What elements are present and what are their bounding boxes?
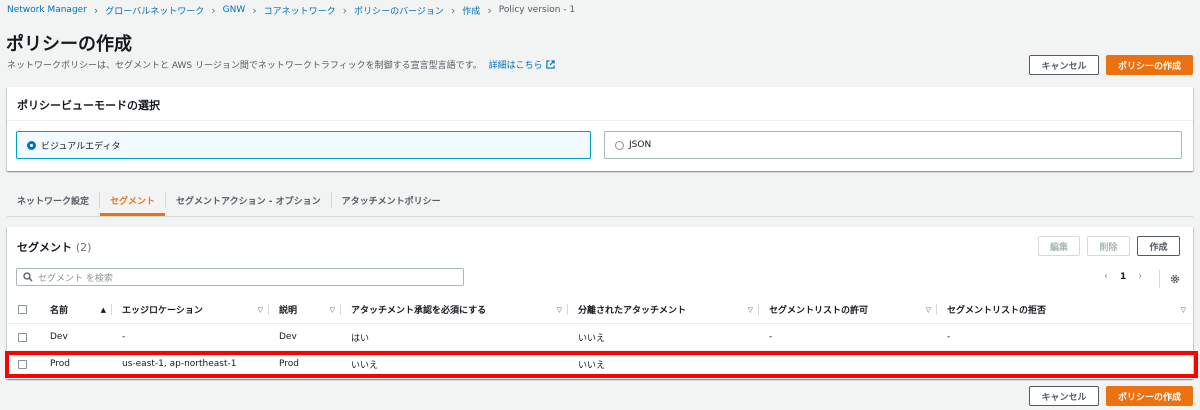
create-policy-button-bottom[interactable]: ポリシーの作成	[1106, 386, 1193, 406]
chevron-right-icon: ›	[450, 3, 456, 17]
row-select-cell	[8, 324, 40, 350]
page-number[interactable]: 1	[1120, 272, 1126, 282]
segments-title: セグメント	[17, 241, 72, 254]
radio-selected-icon[interactable]	[27, 140, 36, 150]
chevron-right-icon: ›	[342, 3, 348, 17]
tab-attachment-policies[interactable]: アタッチメントポリシー	[332, 184, 451, 216]
sort-icon: ▽	[257, 305, 263, 314]
chevron-right-icon: ›	[93, 3, 99, 17]
highlight-box	[5, 351, 1198, 378]
cell-deny-list: -	[947, 332, 951, 342]
tab-segment-actions[interactable]: セグメントアクション - オプション	[166, 184, 331, 216]
breadcrumb-core-network[interactable]: コアネットワーク	[264, 4, 336, 17]
column-allow-list[interactable]: セグメントリストの許可 ▽	[759, 296, 937, 323]
cancel-button-top[interactable]: キャンセル	[1029, 55, 1099, 75]
cell-allow-list: -	[769, 332, 773, 342]
sort-icon: ▽	[1180, 305, 1186, 314]
sort-icon: ▽	[556, 305, 562, 314]
column-deny-list[interactable]: セグメントリストの拒否 ▽	[937, 296, 1192, 323]
json-option[interactable]: JSON	[604, 131, 1182, 159]
panel-divider	[7, 120, 1193, 121]
breadcrumb-policy-versions[interactable]: ポリシーのバージョン	[354, 4, 444, 17]
breadcrumb-gnw[interactable]: GNW	[223, 5, 246, 15]
segments-heading: セグメント (2)	[17, 239, 91, 255]
row-checkbox[interactable]	[18, 332, 27, 342]
sort-ascending-icon: ▲	[100, 305, 106, 314]
search-input[interactable]: セグメント を検索	[16, 268, 464, 286]
cell-name: Dev	[50, 332, 68, 342]
pagination: ‹ 1 ›	[1104, 271, 1142, 282]
view-mode-panel: ポリシービューモードの選択 ビジュアルエディタ JSON	[7, 87, 1193, 171]
view-mode-title: ポリシービューモードの選択	[17, 99, 160, 112]
search-icon	[23, 272, 33, 282]
select-all-cell	[8, 296, 40, 323]
learn-more-link[interactable]: 詳細はこちら	[489, 60, 555, 71]
gear-icon[interactable]	[1169, 273, 1181, 285]
create-policy-button-top[interactable]: ポリシーの作成	[1106, 55, 1193, 75]
breadcrumb-network-manager[interactable]: Network Manager	[7, 5, 87, 15]
tabs-underline	[7, 216, 1193, 217]
column-require-approval[interactable]: アタッチメント承認を必須にする ▽	[341, 296, 568, 323]
cell-isolated-attachments: いいえ	[578, 333, 606, 344]
pager-divider	[1159, 270, 1160, 288]
breadcrumb-current: Policy version - 1	[498, 5, 576, 15]
tab-network-settings[interactable]: ネットワーク設定	[7, 184, 99, 216]
delete-button[interactable]: 削除	[1087, 236, 1130, 256]
tab-segments[interactable]: セグメント	[100, 184, 166, 216]
chevron-right-icon: ›	[487, 3, 492, 17]
table-header: 名前 ▲ エッジロケーション ▽ 説明 ▽ アタッチメント承認を必須にする ▽ 分離され…	[8, 296, 1192, 324]
external-link-icon	[545, 60, 555, 69]
table-row[interactable]: Dev - Dev はい いいえ - -	[8, 324, 1192, 351]
radio-unselected-icon[interactable]	[615, 140, 624, 150]
visual-editor-option[interactable]: ビジュアルエディタ	[16, 131, 591, 159]
edit-button[interactable]: 編集	[1038, 236, 1080, 256]
chevron-right-icon: ›	[252, 3, 257, 17]
cancel-button-bottom[interactable]: キャンセル	[1029, 386, 1099, 406]
visual-editor-label: ビジュアルエディタ	[41, 141, 121, 152]
policy-tabs: ネットワーク設定 セグメント セグメントアクション - オプション アタッチメン…	[7, 184, 451, 216]
description-text: ネットワークポリシーは、セグメントと AWS リージョン間でネットワークトラフィ…	[7, 61, 482, 71]
column-edge-locations[interactable]: エッジロケーション ▽	[112, 296, 269, 323]
create-segment-button[interactable]: 作成	[1137, 236, 1180, 256]
chevron-right-icon: ›	[211, 3, 216, 17]
sort-icon: ▽	[747, 305, 753, 314]
select-all-checkbox[interactable]	[18, 305, 27, 314]
search-placeholder: セグメント を検索	[38, 273, 113, 284]
cell-require-approval: はい	[351, 333, 370, 344]
page-title: ポリシーの作成	[6, 34, 132, 55]
page-description: ネットワークポリシーは、セグメントと AWS リージョン間でネットワークトラフィ…	[7, 58, 555, 71]
json-label: JSON	[629, 140, 652, 150]
chevron-left-icon[interactable]: ‹	[1104, 271, 1108, 282]
sort-icon: ▽	[925, 305, 931, 314]
breadcrumb-global-network[interactable]: グローバルネットワーク	[105, 4, 204, 17]
segments-count: (2)	[75, 241, 92, 254]
breadcrumb: Network Manager › グローバルネットワーク › GNW › コア…	[7, 3, 575, 17]
chevron-right-icon[interactable]: ›	[1138, 271, 1142, 282]
column-isolated-attachments[interactable]: 分離されたアタッチメント ▽	[568, 296, 759, 323]
column-description[interactable]: 説明 ▽	[269, 296, 341, 323]
column-name[interactable]: 名前 ▲	[40, 296, 112, 323]
cell-description: Dev	[279, 332, 297, 342]
breadcrumb-create[interactable]: 作成	[462, 4, 480, 17]
cell-edge-locations: -	[122, 332, 126, 342]
sort-icon: ▽	[329, 305, 335, 314]
